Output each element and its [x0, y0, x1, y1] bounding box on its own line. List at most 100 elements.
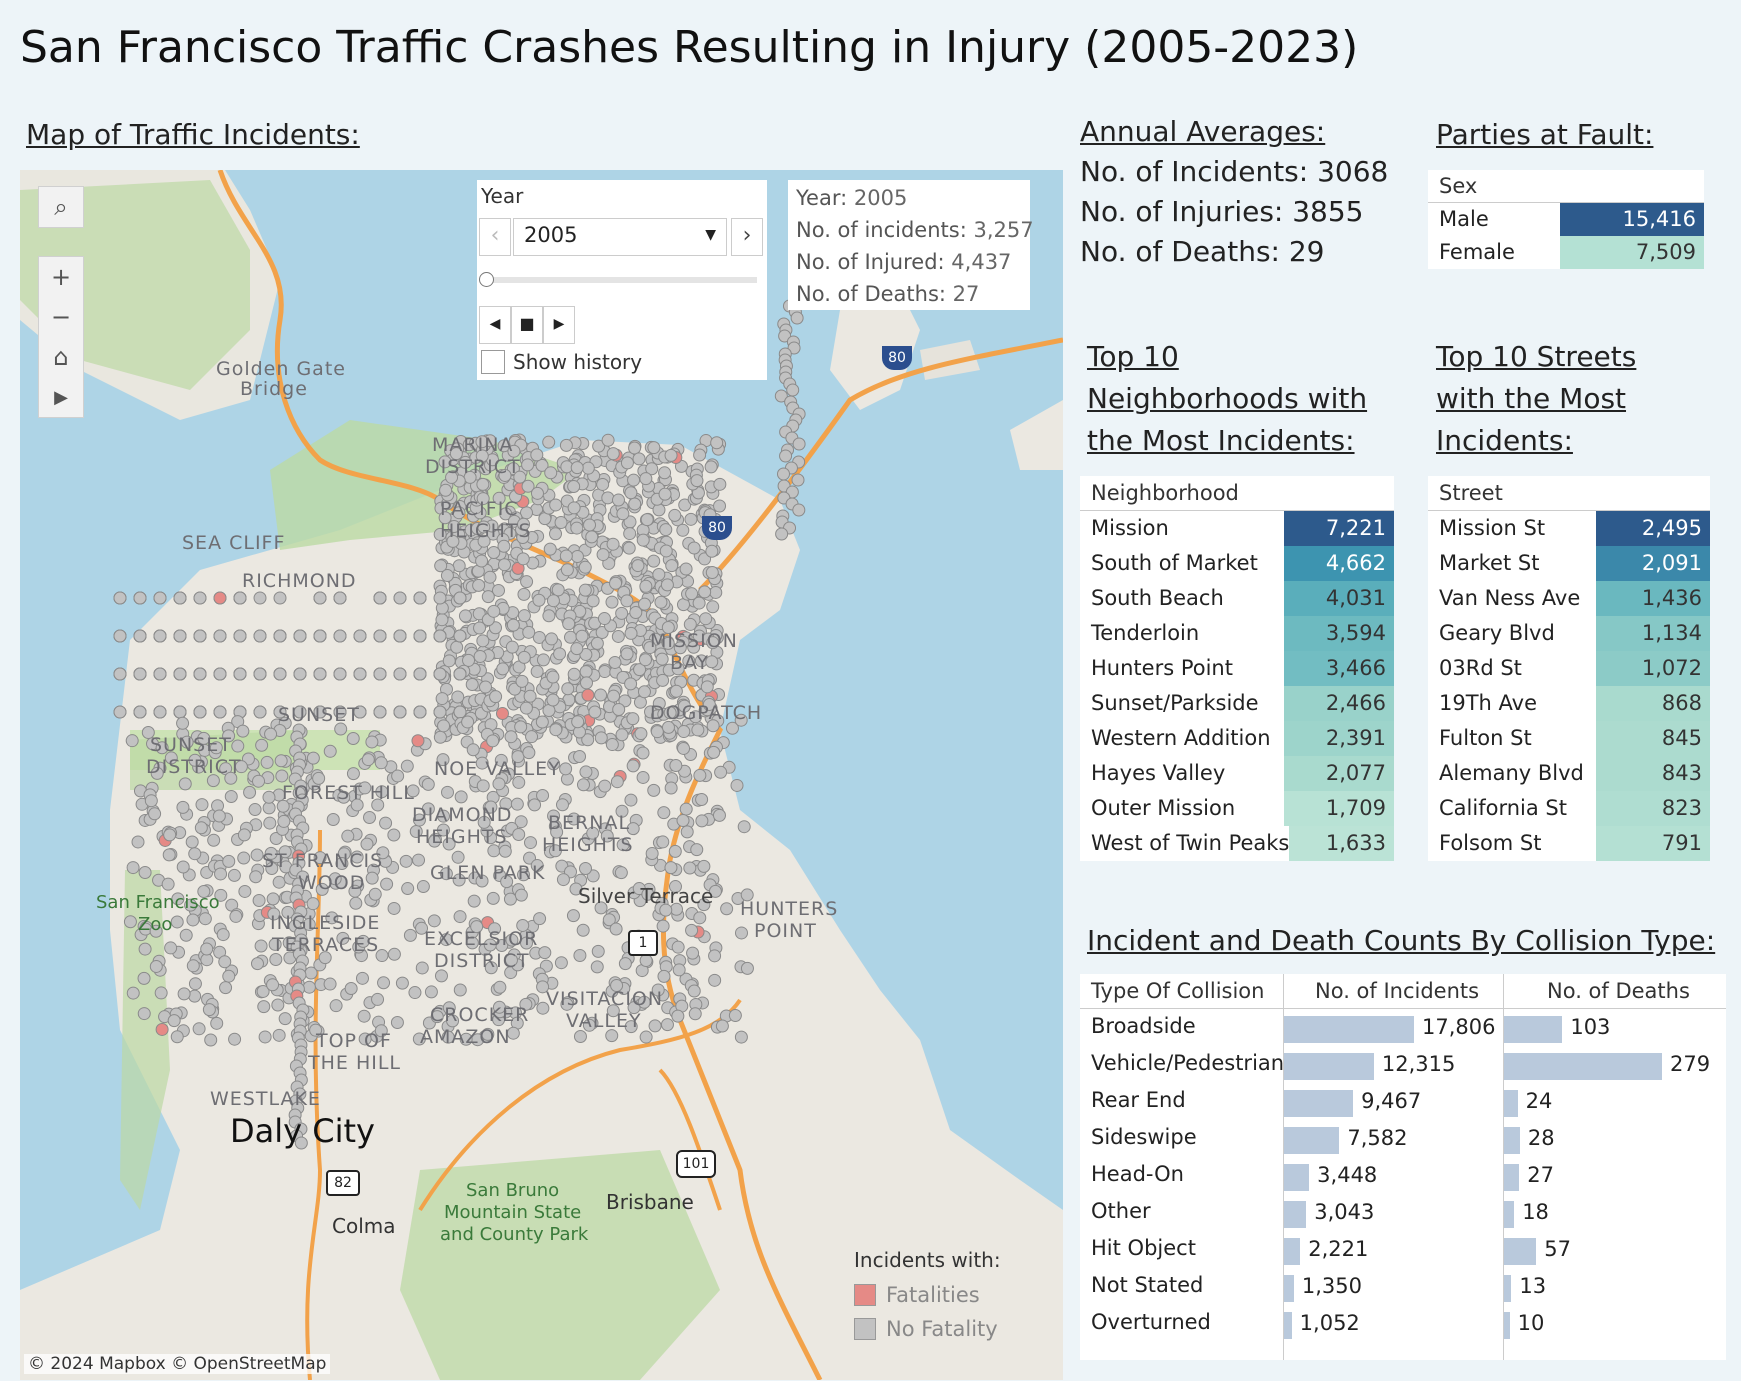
map-search-tool[interactable]: ⌕	[38, 186, 84, 228]
incident-dot	[496, 662, 510, 676]
show-history-checkbox[interactable]	[481, 350, 505, 374]
incident-dot	[628, 441, 642, 455]
map-legend: Incidents with: Fatalities No Fatality	[854, 1248, 1001, 1346]
incident-dot	[472, 578, 486, 592]
incident-dot	[188, 989, 202, 1003]
incident-dot	[576, 923, 590, 937]
neighborhood-row[interactable]: Outer Mission 1,709	[1080, 791, 1394, 826]
street-row[interactable]: California St 823	[1428, 791, 1710, 826]
deaths-bar	[1504, 1090, 1518, 1117]
incident-dot	[512, 827, 526, 841]
fault-row[interactable]: Male 15,416	[1428, 203, 1704, 236]
legend-item-no-fatality[interactable]: No Fatality	[854, 1312, 1001, 1346]
street-row[interactable]: Fulton St 845	[1428, 721, 1710, 756]
neighborhood-row[interactable]: South of Market 4,662	[1080, 546, 1394, 581]
collision-row[interactable]: Rear End 9,467 24	[1080, 1084, 1726, 1121]
incident-dot	[454, 790, 468, 804]
street-row[interactable]: 03Rd St 1,072	[1428, 651, 1710, 686]
fault-name: Female	[1439, 240, 1515, 264]
incident-dot	[133, 705, 147, 719]
year-slider-thumb[interactable]	[479, 272, 494, 287]
street-row[interactable]: Mission St 2,495	[1428, 511, 1710, 546]
collision-row[interactable]: Not Stated 1,350 13	[1080, 1269, 1726, 1306]
neighborhood-row[interactable]: Sunset/Parkside 2,466	[1080, 686, 1394, 721]
incident-dot	[133, 629, 147, 643]
collision-row[interactable]: Other 3,043 18	[1080, 1195, 1726, 1232]
collision-row[interactable]: Broadside 17,806 103	[1080, 1010, 1726, 1047]
incident-dot	[671, 1009, 685, 1023]
collision-row[interactable]: Head-On 3,448 27	[1080, 1158, 1726, 1195]
collision-row[interactable]: Hit Object 2,221 57	[1080, 1232, 1726, 1269]
incident-dot	[391, 769, 405, 783]
fault-row[interactable]: Female 7,509	[1428, 236, 1704, 269]
incident-dot	[393, 591, 407, 605]
neighborhood-row[interactable]: West of Twin Peaks 1,633	[1080, 826, 1394, 861]
year-slider-track[interactable]	[481, 277, 757, 283]
label-san-bruno-2: Mountain State	[444, 1202, 582, 1223]
incident-dot	[660, 578, 674, 592]
incident-dot	[387, 947, 401, 961]
incident-dot	[706, 600, 720, 614]
home-icon[interactable]: ⌂	[39, 337, 83, 377]
incident-dot	[525, 730, 539, 744]
neighborhood-row[interactable]: Western Addition 2,391	[1080, 721, 1394, 756]
incident-dot	[155, 1022, 169, 1036]
incident-dot	[672, 963, 686, 977]
incident-dot	[273, 591, 287, 605]
incident-dot	[302, 980, 316, 994]
neighborhood-row[interactable]: Hayes Valley 2,077	[1080, 756, 1394, 791]
incident-dot	[435, 692, 449, 706]
incident-dot	[530, 664, 544, 678]
stop-button[interactable]: ■	[511, 306, 543, 344]
incident-dot	[517, 609, 531, 623]
street-row[interactable]: Van Ness Ave 1,436	[1428, 581, 1710, 616]
incident-dot	[594, 731, 608, 745]
incident-dot	[416, 880, 430, 894]
step-forward-button[interactable]: ▶	[543, 306, 575, 344]
zoom-in-icon[interactable]: +	[39, 257, 83, 297]
search-icon[interactable]: ⌕	[39, 187, 83, 227]
label-sunset-district-1: SUNSET	[150, 734, 232, 756]
neighborhood-row[interactable]: Hunters Point 3,466	[1080, 651, 1394, 686]
annot-deaths-value: 27	[952, 282, 980, 306]
incident-dot	[522, 625, 536, 639]
label-san-bruno-1: San Bruno	[466, 1180, 560, 1201]
label-st-francis: ST FRANCIS	[262, 850, 384, 872]
incident-dot	[412, 853, 426, 867]
highway-80-shield: 80	[702, 516, 732, 540]
street-row[interactable]: 19Th Ave 868	[1428, 686, 1710, 721]
collision-row[interactable]: Sideswipe 7,582 28	[1080, 1121, 1726, 1158]
street-row[interactable]: Folsom St 791	[1428, 826, 1710, 861]
incident-dot	[714, 765, 728, 779]
collision-row[interactable]: Vehicle/Pedestrian 12,315 279	[1080, 1047, 1726, 1084]
prev-year-button[interactable]: ‹	[479, 218, 511, 256]
label-golden-gate: Golden Gate	[216, 358, 346, 380]
incident-dot	[559, 438, 573, 452]
incident-dot	[639, 954, 653, 968]
neighborhood-row[interactable]: Mission 7,221	[1080, 511, 1394, 546]
map-view[interactable]: Golden Gate Bridge MARINA DISTRICT PACIF…	[20, 170, 1063, 1380]
next-year-button[interactable]: ›	[731, 218, 763, 256]
incident-dot	[440, 569, 454, 583]
incident-dot	[575, 629, 589, 643]
neighborhoods-heading-line-1: Top 10	[1087, 340, 1179, 373]
play-icon[interactable]: ▶	[39, 377, 83, 417]
zoom-out-icon[interactable]: −	[39, 297, 83, 337]
incident-dot	[693, 448, 707, 462]
collision-row[interactable]: Overturned 1,052 10	[1080, 1306, 1726, 1343]
legend-item-fatalities[interactable]: Fatalities	[854, 1278, 1001, 1312]
street-row[interactable]: Geary Blvd 1,134	[1428, 616, 1710, 651]
neighborhood-row[interactable]: South Beach 4,031	[1080, 581, 1394, 616]
incident-dot	[323, 977, 337, 991]
label-sunset-district-2: DISTRICT	[146, 756, 242, 778]
street-row[interactable]: Alemany Blvd 843	[1428, 756, 1710, 791]
street-row[interactable]: Market St 2,091	[1428, 546, 1710, 581]
year-label: Year	[481, 184, 524, 208]
incident-dot	[178, 777, 192, 791]
incident-dot	[660, 1018, 674, 1032]
year-select[interactable]: 2005 ▼	[513, 218, 727, 256]
neighborhood-row[interactable]: Tenderloin 3,594	[1080, 616, 1394, 651]
label-noe-valley: NOE VALLEY	[434, 758, 561, 780]
street-column-header: Street	[1428, 476, 1710, 511]
step-back-button[interactable]: ◀	[479, 306, 511, 344]
